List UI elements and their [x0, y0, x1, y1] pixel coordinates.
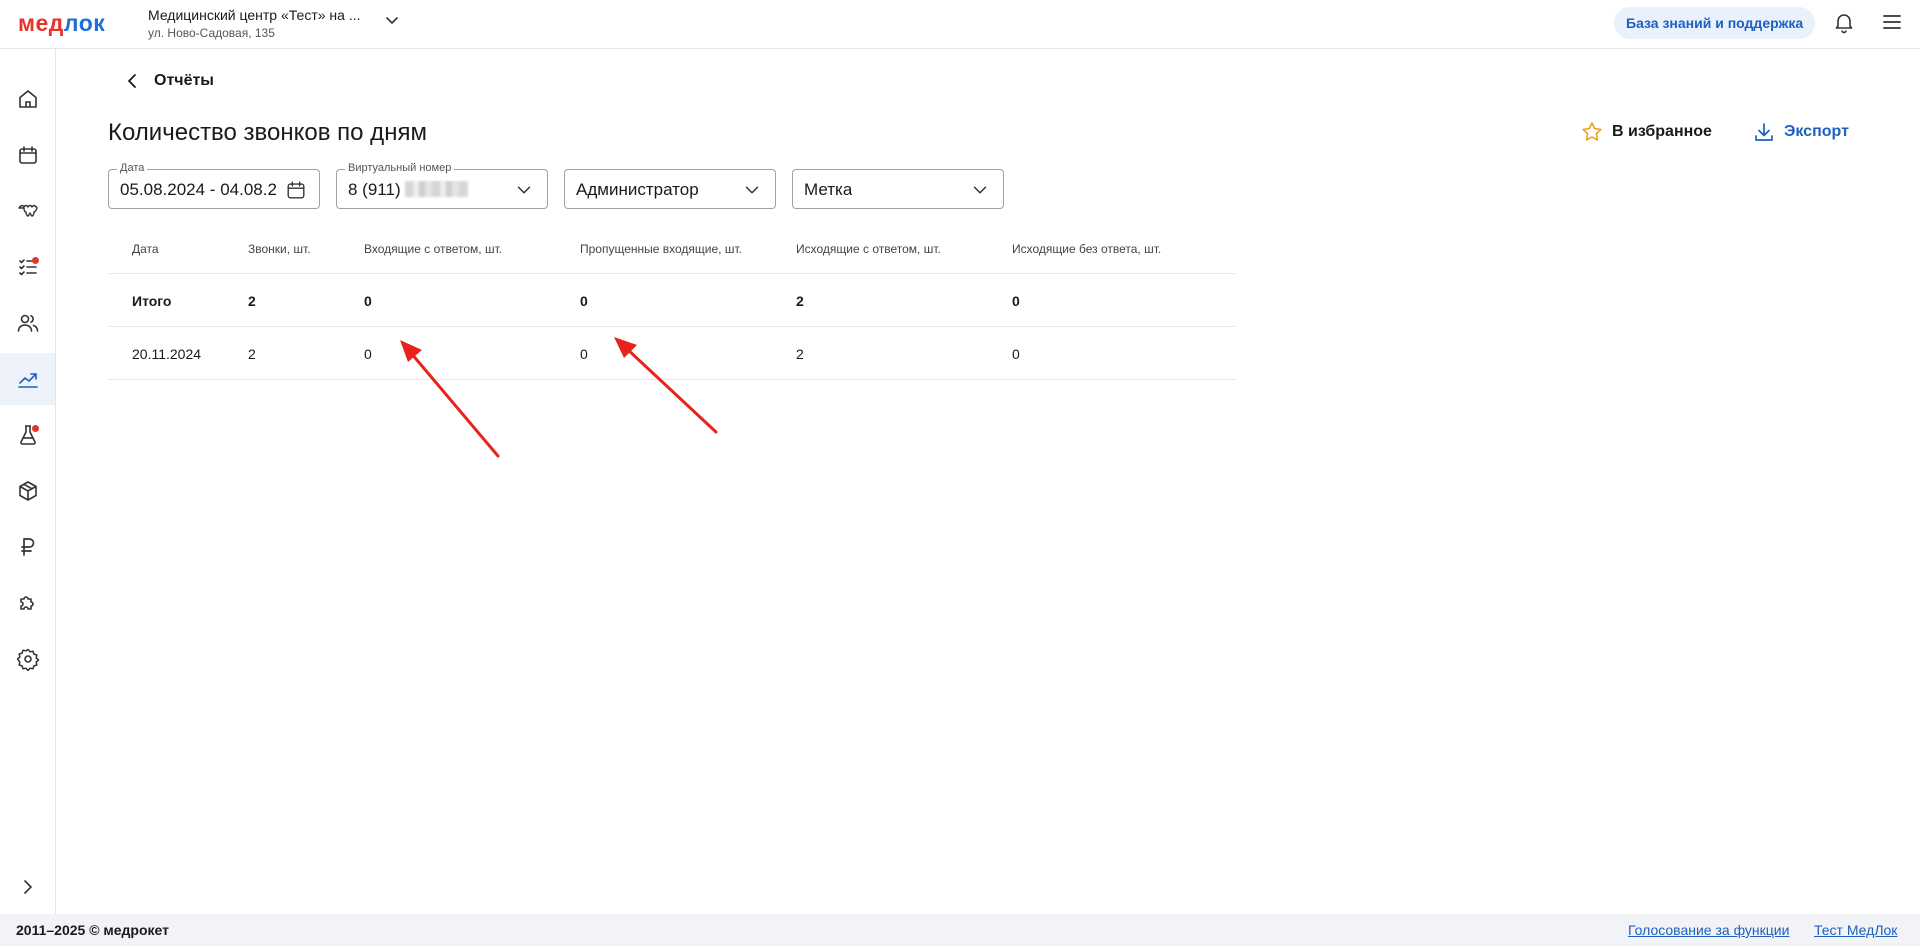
- chevron-down-icon: [745, 186, 759, 194]
- date-range-field[interactable]: Дата 05.08.2024 - 04.08.2: [108, 161, 320, 209]
- tooth-icon: [17, 204, 38, 217]
- bell-icon[interactable]: [1832, 10, 1856, 34]
- sidebar-item-tasks[interactable]: [0, 241, 55, 293]
- footer-copyright: 2011–2025 © медрокет: [16, 922, 169, 938]
- notification-dot: [32, 425, 39, 432]
- sidebar: [0, 49, 56, 914]
- tag-select[interactable]: Метка: [792, 169, 1004, 209]
- clinic-selector[interactable]: Медицинский центр «Тест» на ... ул. Ново…: [148, 7, 360, 40]
- virtual-number-select[interactable]: Виртуальный номер 8 (911): [336, 161, 548, 209]
- row-outgoing-answered: 2: [796, 346, 804, 362]
- total-outgoing-answered: 2: [796, 293, 804, 309]
- table-header-row: Дата Звонки, шт. Входящие с ответом, шт.…: [108, 230, 1236, 274]
- chevron-down-icon: [973, 186, 987, 194]
- sidebar-item-settings[interactable]: [0, 633, 55, 685]
- chevron-down-icon[interactable]: [384, 12, 400, 28]
- tag-value: Метка: [804, 180, 853, 199]
- date-range-value: 05.08.2024 - 04.08.2: [120, 180, 277, 199]
- settings-icon: [16, 648, 39, 671]
- row-date: 20.11.2024: [132, 346, 202, 362]
- sidebar-item-reports[interactable]: [0, 353, 55, 405]
- column-header-outgoing-unanswered[interactable]: Исходящие без ответа, шт.: [1012, 242, 1161, 256]
- feature-voting-link[interactable]: Голосование за функции: [1628, 922, 1789, 938]
- virtual-number-value: 8 (911): [348, 180, 401, 199]
- home-icon: [18, 90, 37, 108]
- calendar-icon: [18, 146, 37, 164]
- column-header-calls[interactable]: Звонки, шт.: [248, 242, 311, 256]
- role-select[interactable]: Администратор: [564, 169, 776, 209]
- back-label: Отчёты: [154, 72, 214, 89]
- clinic-address: ул. Ново-Садовая, 135: [148, 26, 275, 40]
- sidebar-item-dental[interactable]: [0, 185, 55, 237]
- export-button[interactable]: Экспорт: [1752, 120, 1849, 144]
- sidebar-item-home[interactable]: [0, 73, 55, 125]
- top-header: медлок Медицинский центр «Тест» на ... у…: [0, 0, 1920, 49]
- column-header-outgoing-answered[interactable]: Исходящие с ответом, шт.: [796, 242, 941, 256]
- column-header-date[interactable]: Дата: [132, 242, 159, 256]
- download-icon: [1755, 123, 1773, 141]
- redacted-number: [405, 181, 470, 197]
- role-value: Администратор: [576, 180, 699, 199]
- total-incoming-answered: 0: [364, 293, 372, 309]
- clinic-name: Медицинский центр «Тест» на ...: [148, 7, 361, 23]
- menu-icon[interactable]: [1880, 10, 1904, 34]
- sidebar-item-patients[interactable]: [0, 297, 55, 349]
- page-title: Количество звонков по дням: [108, 119, 427, 146]
- favorite-label: В избранное: [1612, 123, 1712, 140]
- puzzle-icon: [19, 596, 34, 610]
- sidebar-item-integrations[interactable]: [0, 577, 55, 629]
- medlok-logo[interactable]: медлок: [18, 10, 105, 37]
- chevron-left-icon: [128, 74, 136, 88]
- back-to-reports-link[interactable]: Отчёты: [124, 72, 214, 90]
- total-calls: 2: [248, 293, 256, 309]
- sidebar-item-calendar[interactable]: [0, 129, 55, 181]
- box-icon: [18, 481, 37, 501]
- calls-by-day-table: Дата Звонки, шт. Входящие с ответом, шт.…: [108, 230, 1236, 380]
- add-to-favorites-button[interactable]: В избранное: [1580, 120, 1712, 144]
- users-icon: [17, 314, 38, 332]
- sidebar-item-finance[interactable]: [0, 521, 55, 573]
- export-label: Экспорт: [1784, 123, 1849, 140]
- star-icon: [1582, 122, 1602, 141]
- chart-icon: [17, 373, 38, 388]
- sidebar-item-warehouse[interactable]: [0, 465, 55, 517]
- date-field-label: Дата: [117, 161, 148, 175]
- knowledge-base-button[interactable]: База знаний и поддержка: [1614, 7, 1816, 39]
- ruble-icon: [20, 538, 34, 556]
- row-calls: 2: [248, 346, 256, 362]
- table-total-row: Итого 2 0 0 2 0: [108, 274, 1236, 327]
- row-outgoing-unanswered: 0: [1012, 346, 1020, 362]
- column-header-incoming-answered[interactable]: Входящие с ответом, шт.: [364, 242, 502, 256]
- total-missed-incoming: 0: [580, 293, 588, 309]
- virtual-number-label: Виртуальный номер: [345, 161, 455, 175]
- column-header-missed-incoming[interactable]: Пропущенные входящие, шт.: [580, 242, 742, 256]
- virtual-number-value-wrap: 8 (911): [348, 180, 470, 200]
- notification-dot: [32, 257, 39, 264]
- table-row[interactable]: 20.11.2024 2 0 0 2 0: [108, 327, 1236, 380]
- test-medlok-link[interactable]: Тест МедЛок: [1814, 922, 1897, 938]
- total-outgoing-unanswered: 0: [1012, 293, 1020, 309]
- row-missed-incoming: 0: [580, 346, 588, 362]
- sidebar-item-lab[interactable]: [0, 409, 55, 461]
- chevron-down-icon: [517, 186, 531, 194]
- calendar-icon[interactable]: [285, 179, 307, 201]
- total-label: Итого: [132, 293, 172, 309]
- chevron-right-icon[interactable]: [16, 875, 40, 899]
- row-incoming-answered: 0: [364, 346, 372, 362]
- footer: 2011–2025 © медрокет Голосование за функ…: [0, 914, 1920, 946]
